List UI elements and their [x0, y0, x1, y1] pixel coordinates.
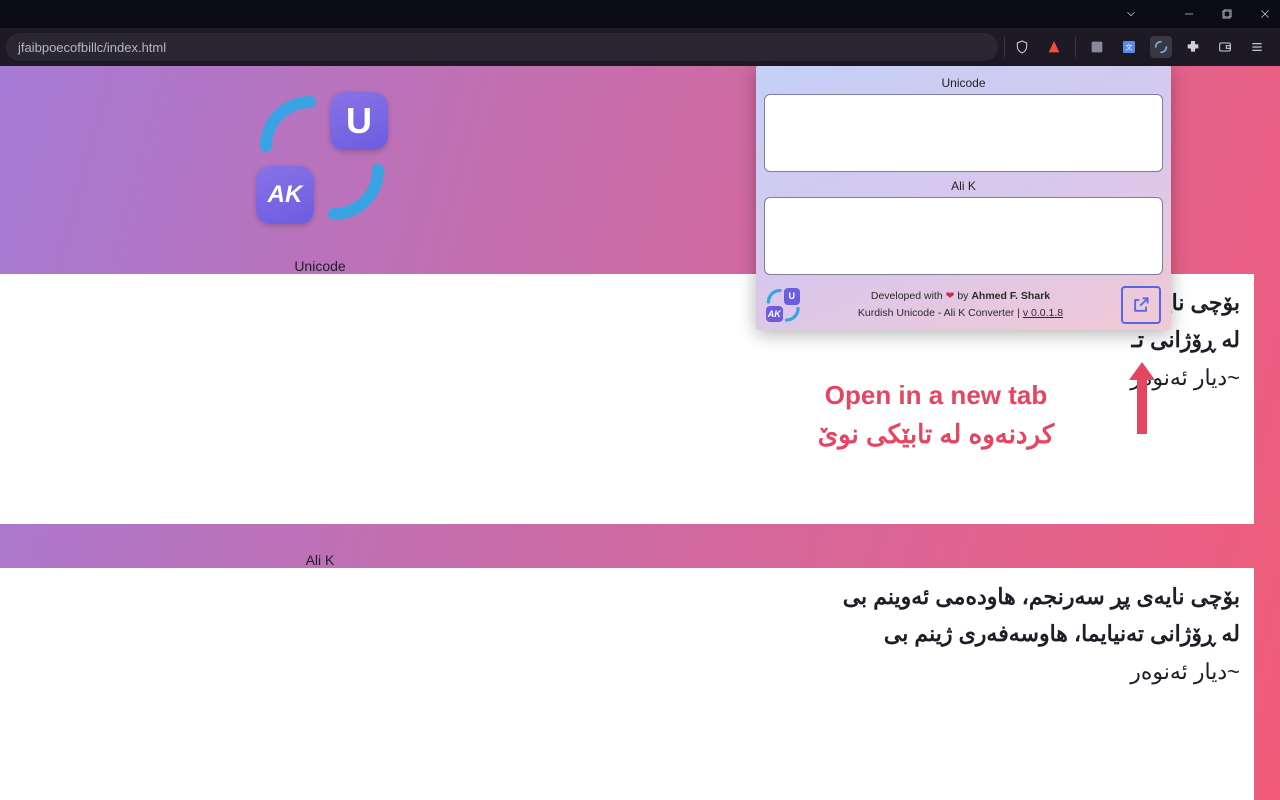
shield-icon[interactable] — [1011, 36, 1033, 58]
menu-icon[interactable] — [1246, 36, 1268, 58]
open-new-tab-button[interactable] — [1121, 286, 1161, 324]
chevron-down-icon[interactable] — [1124, 7, 1138, 21]
minimize-icon[interactable] — [1182, 7, 1196, 21]
maximize-icon[interactable] — [1220, 7, 1234, 21]
extension-icon-1[interactable] — [1086, 36, 1108, 58]
svg-text:文: 文 — [1126, 43, 1133, 52]
logo-u-icon: U — [330, 92, 388, 150]
window-titlebar — [0, 0, 1280, 28]
popup-alik-input[interactable] — [764, 197, 1163, 275]
poem-sign: ~دیار ئەنوەر — [1130, 359, 1240, 396]
poem-line: بۆچی نایەی پڕ سەرنجم، هاودەمی ئەوینم بی — [843, 578, 1240, 615]
url-text: jfaibpoecofbillc/index.html — [18, 40, 166, 55]
main-unicode-label: Unicode — [0, 258, 640, 274]
popup-mini-logo: U AK — [766, 288, 800, 322]
popup-footer-text: Developed with ❤ by Ahmed F. Shark Kurdi… — [800, 288, 1121, 322]
logo-ak-icon: AK — [256, 166, 314, 224]
main-alik-textarea[interactable]: بۆچی نایەی پڕ سەرنجم، هاودەمی ئەوینم بی … — [0, 568, 1254, 800]
poem-line: لە ڕۆژانی تەنیایما، هاوسەفەری ژینم بی — [843, 615, 1240, 652]
translate-icon[interactable]: 文 — [1118, 36, 1140, 58]
heart-icon: ❤ — [946, 290, 955, 302]
main-alik-label: Ali K — [0, 552, 640, 568]
close-icon[interactable] — [1258, 7, 1272, 21]
app-logo: U AK — [256, 92, 388, 224]
extensions-puzzle-icon[interactable] — [1182, 36, 1204, 58]
toolbar-divider — [1004, 37, 1005, 57]
brave-icon[interactable] — [1043, 36, 1065, 58]
extension-popup: Unicode Ali K U AK Developed with ❤ by A… — [756, 66, 1171, 330]
version-link[interactable]: v 0.0.1.8 — [1023, 307, 1063, 319]
poem-sign: ~دیار ئەنوەر — [843, 653, 1240, 690]
popup-alik-label: Ali K — [764, 179, 1163, 193]
address-bar[interactable]: jfaibpoecofbillc/index.html — [6, 33, 998, 61]
popup-unicode-label: Unicode — [764, 76, 1163, 90]
kurdish-converter-extension-icon[interactable] — [1150, 36, 1172, 58]
wallet-icon[interactable] — [1214, 36, 1236, 58]
toolbar-divider — [1075, 37, 1076, 57]
browser-toolbar: jfaibpoecofbillc/index.html 文 — [0, 28, 1280, 66]
popup-unicode-input[interactable] — [764, 94, 1163, 172]
